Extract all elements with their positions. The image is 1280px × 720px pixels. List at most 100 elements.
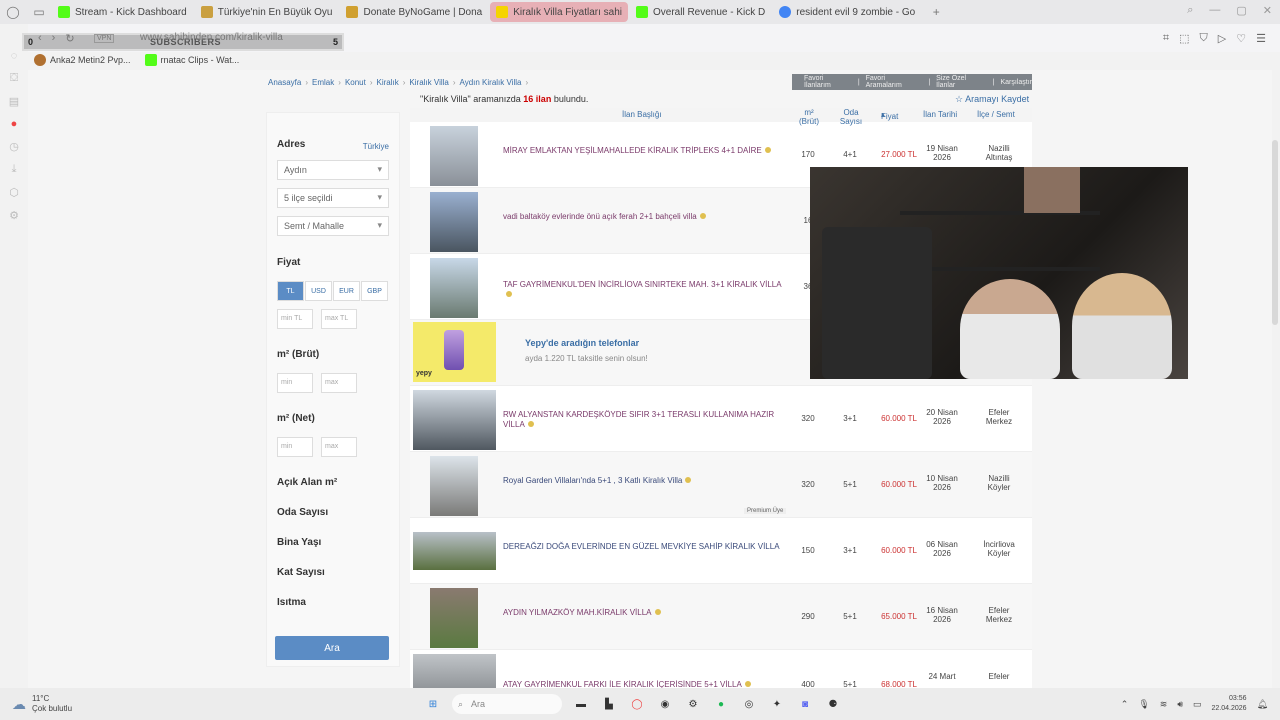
listing-photo[interactable] xyxy=(430,192,478,252)
listing-photo[interactable] xyxy=(430,588,478,648)
reload-icon[interactable]: ↻ xyxy=(65,32,74,45)
min-price-input[interactable]: min TL xyxy=(277,309,313,329)
breadcrumb-item[interactable]: Aydın Kiralık Villa xyxy=(460,78,522,87)
shield-icon[interactable]: ⛉ xyxy=(1200,32,1208,45)
ad-title[interactable]: Yepy'de aradığın telefonlar xyxy=(525,338,639,348)
country-link[interactable]: Türkiye xyxy=(363,142,389,151)
breadcrumb-item[interactable]: Kiralık xyxy=(377,78,399,87)
search-tabs-icon[interactable]: ⌕ xyxy=(1187,4,1193,17)
windows-start-icon[interactable]: ⊞ xyxy=(424,695,442,713)
notification-icon[interactable]: 🔔︎ xyxy=(1257,699,1268,710)
breadcrumb-item[interactable]: Konut xyxy=(345,78,366,87)
district-select[interactable]: 5 ilçe seçildi xyxy=(277,188,389,208)
max-m2-net-input[interactable]: max xyxy=(321,437,357,457)
header-title[interactable]: İlan Başlığı xyxy=(622,110,662,119)
close-icon[interactable]: ✕ xyxy=(1263,4,1272,17)
speed-dial-icon[interactable]: ◌ xyxy=(11,50,18,62)
url-field[interactable]: www.sahibinden.com/kiralik-villa xyxy=(140,32,283,43)
currency-gbp[interactable]: GBP xyxy=(361,281,388,301)
new-tab-button[interactable]: + xyxy=(929,5,943,19)
back-icon[interactable]: ‹ xyxy=(38,32,42,45)
table-row[interactable]: Royal Garden Villaları'nda 5+1 , 3 Katlı… xyxy=(410,452,1032,518)
tab-sahibinden[interactable]: Kiralık Villa Fiyatları sahi xyxy=(490,2,628,22)
header-location[interactable]: İlçe / Semt xyxy=(977,110,1015,119)
tab-kick-dashboard[interactable]: Stream - Kick Dashboard xyxy=(52,2,193,22)
shopping-icon[interactable]: ⛋ xyxy=(10,72,18,85)
settings-app-icon[interactable]: ⚙ xyxy=(684,695,702,713)
tab-donate[interactable]: Donate ByNoGame | Dona xyxy=(340,2,488,22)
nav-favorite-searches[interactable]: Favori Aramalarım xyxy=(866,75,923,89)
taskbar-search[interactable]: ⌕ Ara xyxy=(452,694,562,714)
listing-title[interactable]: TAF GAYRİMENKUL'DEN İNCİRLİOVA SINIRTEKE… xyxy=(503,280,783,300)
nav-favorite-listings[interactable]: Favori İlanlarım xyxy=(804,75,852,89)
opera-icon[interactable]: ◯ xyxy=(628,695,646,713)
max-m2-brut-input[interactable]: max xyxy=(321,373,357,393)
table-row[interactable]: AYDIN YILMAZKÖY MAH.KİRALIK VİLLA 290 5+… xyxy=(410,584,1032,650)
nav-compare[interactable]: Karşılaştır xyxy=(1000,79,1032,86)
search-button[interactable]: Ara xyxy=(275,636,389,660)
currency-tl[interactable]: TL xyxy=(277,281,304,301)
neighborhood-select[interactable]: Semt / Mahalle xyxy=(277,216,389,236)
weather-widget[interactable]: ☁ 11°C Çok bulutlu xyxy=(12,694,72,714)
breadcrumb-item[interactable]: Anasayfa xyxy=(268,78,301,87)
clock[interactable]: 03:56 22.04.2026 xyxy=(1212,694,1247,714)
opera-red-icon[interactable]: ● xyxy=(11,118,18,130)
discord-icon[interactable]: ◙ xyxy=(796,695,814,713)
listing-photo[interactable] xyxy=(430,126,478,186)
listing-photo[interactable] xyxy=(430,258,478,318)
filter-open-area[interactable]: Açık Alan m² xyxy=(277,477,337,488)
battery-icon[interactable]: ▭ xyxy=(1193,699,1202,710)
spotify-icon[interactable]: ● xyxy=(712,695,730,713)
screenshot-icon[interactable]: ⬚ xyxy=(1179,32,1189,45)
forward-icon[interactable]: › xyxy=(52,32,56,45)
play-icon[interactable]: ▷ xyxy=(1218,32,1226,45)
minimize-icon[interactable]: — xyxy=(1209,4,1220,17)
tab-google[interactable]: resident evil 9 zombie - Go xyxy=(773,2,921,22)
settings-icon[interactable]: ⚙ xyxy=(9,209,19,222)
filter-room-count[interactable]: Oda Sayısı xyxy=(277,507,328,518)
table-row[interactable]: DEREAĞZI DOĞA EVLERİNDE EN GÜZEL MEVKİYE… xyxy=(410,518,1032,584)
listing-photo[interactable] xyxy=(413,532,496,570)
listing-title[interactable]: RW ALYANSTAN KARDEŞKÖYDE SIFIR 3+1 TERAS… xyxy=(503,410,783,430)
download-icon[interactable]: ⤓ xyxy=(12,163,17,176)
table-row[interactable]: RW ALYANSTAN KARDEŞKÖYDE SIFIR 3+1 TERAS… xyxy=(410,386,1032,452)
listing-title[interactable]: MİRAY EMLAKTAN YEŞİLMAHALLEDE KİRALIK TR… xyxy=(503,146,783,156)
bookmark-clips[interactable]: rnatac Clips - Wat... xyxy=(144,54,239,66)
microphone-icon[interactable]: 🎙︎ xyxy=(1138,699,1149,710)
listing-title[interactable]: AYDIN YILMAZKÖY MAH.KİRALIK VİLLA xyxy=(503,608,783,618)
task-view-icon[interactable]: ▬ xyxy=(572,695,590,713)
save-search-link[interactable]: ☆ Aramayı Kaydet xyxy=(955,94,1029,105)
table-row[interactable]: ATAY GAYRİMENKUL FARKI İLE KİRALIK İÇERİ… xyxy=(410,650,1032,688)
maximize-icon[interactable]: ▢ xyxy=(1236,4,1246,17)
min-m2-brut-input[interactable]: min xyxy=(277,373,313,393)
wifi-icon[interactable]: ≋ xyxy=(1160,699,1168,710)
listing-photo[interactable] xyxy=(413,390,496,450)
listing-title[interactable]: DEREAĞZI DOĞA EVLERİNDE EN GÜZEL MEVKİYE… xyxy=(503,542,783,552)
page-scrollbar[interactable] xyxy=(1272,140,1278,325)
header-price[interactable]: Fiyat ▴ xyxy=(881,110,898,121)
nav-special-listings[interactable]: Size Özel İlanlar xyxy=(936,75,987,89)
steam-icon[interactable]: ⚈ xyxy=(824,695,842,713)
listing-title[interactable]: Royal Garden Villaları'nda 5+1 , 3 Katlı… xyxy=(503,476,783,486)
max-price-input[interactable]: max TL xyxy=(321,309,357,329)
listing-title[interactable]: ATAY GAYRİMENKUL FARKI İLE KİRALIK İÇERİ… xyxy=(503,680,783,688)
obs-icon[interactable]: ◉ xyxy=(656,695,674,713)
app-icon[interactable]: ◎ xyxy=(740,695,758,713)
opera-menu-icon[interactable]: ◯ xyxy=(6,5,20,19)
vpn-badge[interactable]: VPN xyxy=(94,34,115,43)
tab-overall-revenue[interactable]: Overall Revenue - Kick D xyxy=(630,2,771,22)
listing-photo[interactable] xyxy=(430,456,478,516)
twitch-icon[interactable]: ▤ xyxy=(9,95,19,108)
breadcrumb-item[interactable]: Kiralık Villa xyxy=(409,78,448,87)
history-icon[interactable]: ◷ xyxy=(9,140,19,153)
filter-floor-count[interactable]: Kat Sayısı xyxy=(277,567,325,578)
header-date[interactable]: İlan Tarihi xyxy=(923,110,957,119)
extensions-icon[interactable]: ⬡ xyxy=(9,186,19,199)
breadcrumb-item[interactable]: Emlak xyxy=(312,78,334,87)
filter-building-age[interactable]: Bina Yaşı xyxy=(277,537,321,548)
filter-heating[interactable]: Isıtma xyxy=(277,597,306,608)
listing-title[interactable]: vadi baltaköy evlerinde önü açık ferah 2… xyxy=(503,212,783,222)
min-m2-net-input[interactable]: min xyxy=(277,437,313,457)
tray-chevron-icon[interactable]: ⌃ xyxy=(1121,699,1129,710)
heart-icon[interactable]: ♡ xyxy=(1236,32,1246,45)
